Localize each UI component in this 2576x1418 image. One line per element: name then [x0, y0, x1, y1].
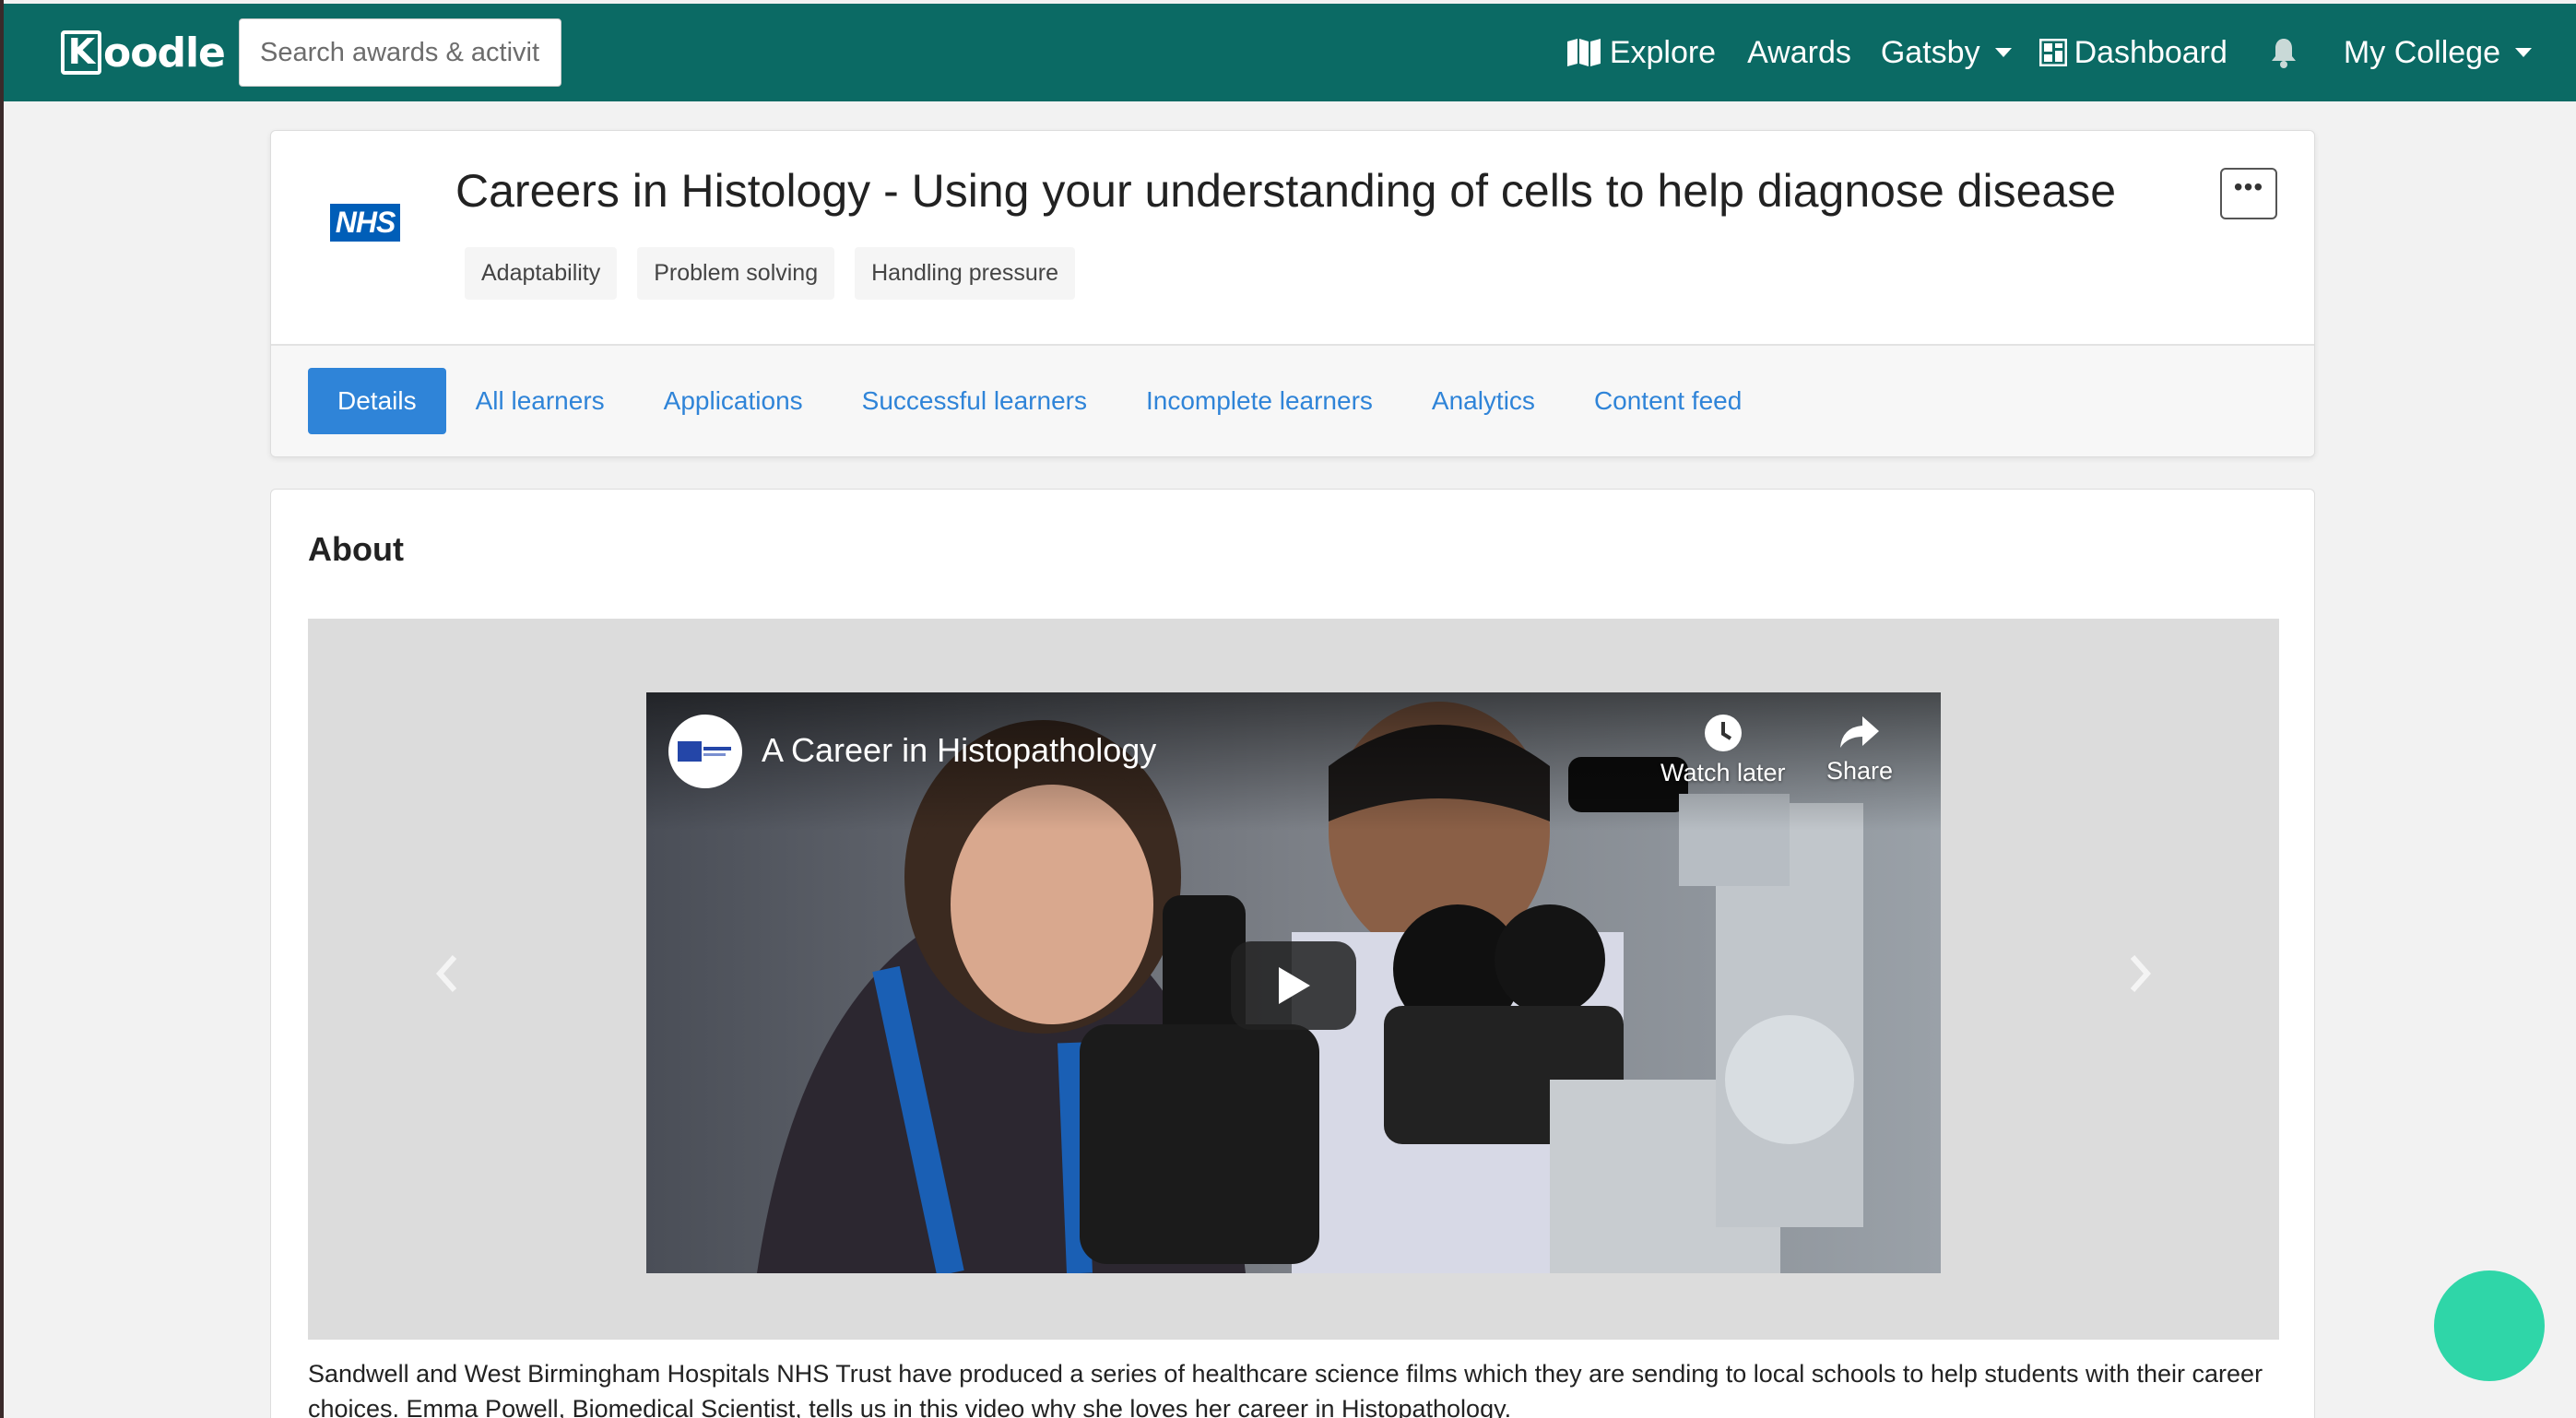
media-carousel: A Career in Histopathology Watch later S…: [308, 619, 2279, 1340]
video-player[interactable]: A Career in Histopathology Watch later S…: [646, 692, 1941, 1273]
chevron-down-icon: [2515, 48, 2532, 57]
activity-tabs: Details All learners Applications Succes…: [271, 346, 2314, 456]
nav-dashboard-label: Dashboard: [2074, 34, 2227, 70]
tab-successful-learners[interactable]: Successful learners: [862, 386, 1087, 416]
clock-icon: [1704, 715, 1742, 751]
page-title: Careers in Histology - Using your unders…: [455, 165, 2117, 217]
watch-later-label: Watch later: [1660, 759, 1786, 786]
nav-explore-label: Explore: [1609, 34, 1717, 70]
notifications-button[interactable]: [2270, 37, 2305, 68]
chat-launcher-button[interactable]: [2434, 1270, 2545, 1381]
chevron-right-icon: [2130, 955, 2152, 992]
tab-applications[interactable]: Applications: [664, 386, 803, 416]
about-card: About A Career in Histopathology Watch l…: [270, 489, 2315, 1418]
play-icon: [1279, 967, 1310, 1004]
watch-later-button[interactable]: Watch later: [1660, 713, 1786, 787]
tab-all-learners[interactable]: All learners: [476, 386, 605, 416]
share-button[interactable]: Share: [1826, 713, 1893, 786]
nav-my-college-dropdown[interactable]: My College: [2344, 35, 2532, 71]
nav-dashboard[interactable]: Dashboard: [2038, 34, 2227, 71]
dashboard-icon: [2038, 39, 2067, 66]
tab-incomplete-learners[interactable]: Incomplete learners: [1146, 386, 1373, 416]
skill-tag: Adaptability: [465, 247, 618, 300]
share-label: Share: [1826, 757, 1894, 785]
carousel-prev-button[interactable]: [428, 946, 465, 1001]
tab-details[interactable]: Details: [308, 368, 446, 434]
nav-awards-label: Awards: [1747, 34, 1851, 70]
top-navbar: Koodle Explore Awards Gatsby Dashboard M…: [4, 4, 2576, 101]
map-icon: [1566, 39, 1601, 66]
window-edge: [0, 0, 4, 1418]
bell-icon: [2271, 39, 2296, 68]
activity-header-card: NHS Careers in Histology - Using your un…: [270, 130, 2315, 457]
activity-header: NHS Careers in Histology - Using your un…: [271, 131, 2314, 346]
nhs-logo: NHS: [329, 203, 401, 242]
channel-logo-icon: [678, 741, 731, 762]
carousel-next-button[interactable]: [2122, 946, 2159, 1001]
share-icon: [1840, 716, 1880, 748]
nav-explore[interactable]: Explore: [1566, 35, 1716, 71]
tab-content-feed[interactable]: Content feed: [1594, 386, 1742, 416]
nav-awards[interactable]: Awards: [1747, 35, 1851, 71]
tab-analytics[interactable]: Analytics: [1432, 386, 1535, 416]
logo-k-box: K: [61, 30, 101, 75]
about-heading: About: [308, 530, 404, 568]
chevron-down-icon: [1994, 48, 2012, 57]
nav-gatsby-dropdown[interactable]: Gatsby: [1881, 35, 2012, 71]
play-button[interactable]: [1231, 941, 1356, 1030]
skill-tag: Problem solving: [637, 247, 835, 300]
nav-right: Explore Awards Gatsby Dashboard My Colle…: [1566, 4, 2576, 101]
provider-logo: NHS: [310, 171, 420, 273]
channel-avatar[interactable]: [668, 715, 742, 788]
skill-tags: Adaptability Problem solving Handling pr…: [465, 247, 1076, 300]
kloodle-logo[interactable]: Koodle: [61, 28, 226, 77]
nav-my-college-label: My College: [2343, 34, 2500, 70]
video-title[interactable]: A Career in Histopathology: [762, 731, 1156, 770]
skill-tag: Handling pressure: [855, 247, 1076, 300]
chevron-left-icon: [435, 955, 457, 992]
nav-gatsby-label: Gatsby: [1880, 34, 1980, 70]
more-options-button[interactable]: •••: [2220, 168, 2277, 219]
ellipsis-icon: •••: [2233, 172, 2264, 201]
search-input[interactable]: [239, 18, 561, 87]
logo-text: oodle: [103, 29, 226, 77]
about-description: Sandwell and West Birmingham Hospitals N…: [308, 1360, 2263, 1418]
